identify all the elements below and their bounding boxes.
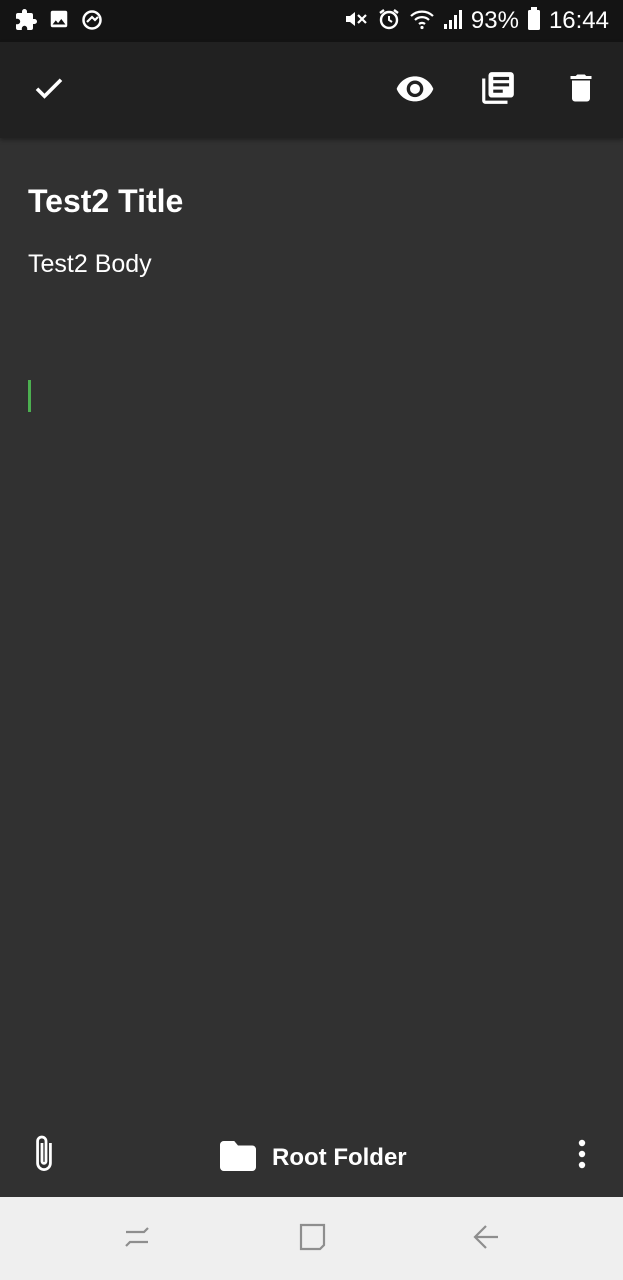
home-button[interactable] [292, 1219, 332, 1259]
battery-icon [527, 6, 541, 36]
preview-button[interactable] [393, 68, 437, 112]
folder-selector[interactable]: Root Folder [220, 1138, 407, 1178]
sync-icon [80, 8, 104, 37]
recents-button[interactable] [117, 1219, 157, 1259]
folder-label: Root Folder [272, 1144, 407, 1171]
home-icon [296, 1221, 328, 1258]
battery-percent: 93% [470, 7, 519, 34]
more-vert-icon [577, 1139, 587, 1174]
paperclip-icon [28, 1132, 60, 1181]
editor-toolbar [0, 42, 623, 138]
image-icon [48, 8, 70, 37]
status-system-icons: 93% 16:44 [343, 6, 609, 36]
trash-icon [563, 70, 599, 111]
navigation-bar [0, 1197, 623, 1280]
note-editor[interactable]: Test2 Title Test2 Body [0, 138, 623, 1118]
notes-list-button[interactable] [476, 68, 520, 112]
notes-icon [479, 69, 517, 112]
delete-button[interactable] [559, 68, 603, 112]
mute-icon [343, 7, 369, 36]
status-bar: 93% 16:44 [0, 0, 623, 42]
text-cursor [28, 380, 31, 412]
signal-icon [443, 8, 463, 35]
eye-icon [395, 68, 435, 113]
check-icon [31, 70, 67, 111]
clock: 16:44 [548, 7, 609, 34]
bottom-bar: Root Folder [0, 1118, 623, 1197]
alarm-icon [377, 7, 401, 36]
note-body[interactable]: Test2 Body [28, 248, 152, 280]
folder-icon [220, 1140, 256, 1176]
recents-icon [121, 1221, 153, 1258]
back-button[interactable] [466, 1219, 506, 1259]
status-notification-icons [14, 8, 104, 37]
back-icon [470, 1221, 502, 1258]
wifi-icon [409, 8, 435, 35]
more-options-button[interactable] [560, 1134, 604, 1178]
attach-button[interactable] [22, 1134, 66, 1178]
save-button[interactable] [27, 68, 71, 112]
note-title[interactable]: Test2 Title [28, 181, 183, 221]
puzzle-icon [14, 8, 38, 37]
